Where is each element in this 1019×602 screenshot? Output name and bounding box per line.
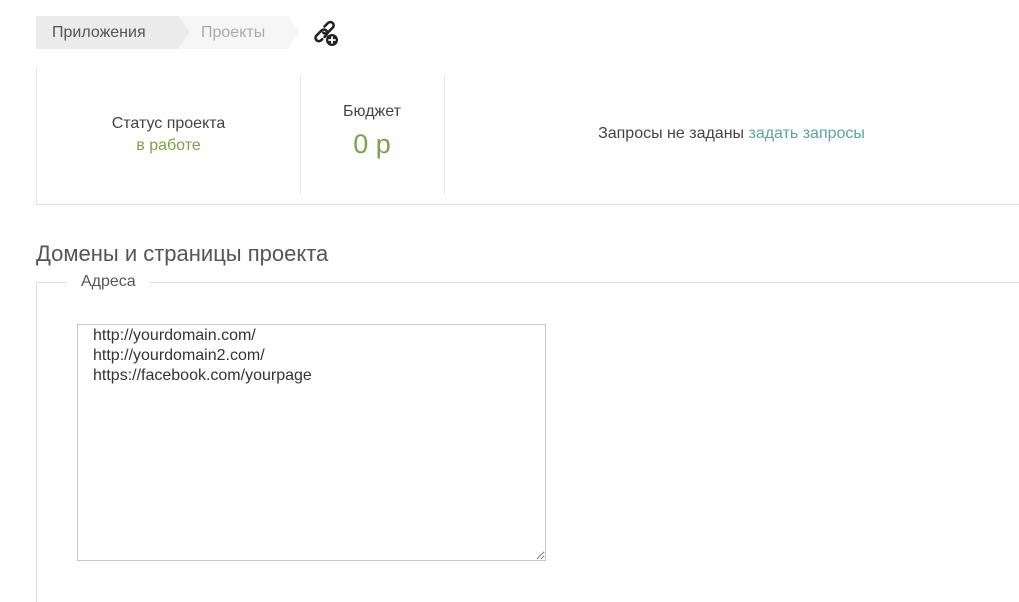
status-label: Статус проекта [111, 115, 226, 132]
queries-text: Запросы не заданы [598, 125, 745, 142]
project-stats-panel: Статус проекта в работе Бюджет 0 р Запро… [36, 67, 1019, 205]
breadcrumb-separator [288, 16, 300, 48]
section-title: Домены и страницы проекта [36, 241, 329, 266]
breadcrumb-item-projects[interactable]: Проекты [178, 16, 288, 49]
budget-label: Бюджет [343, 103, 401, 120]
budget-value: 0 р [353, 129, 391, 159]
link-add-icon[interactable] [312, 20, 340, 48]
set-queries-link[interactable]: задать запросы [748, 125, 864, 142]
addresses-legend: Адреса [67, 272, 150, 292]
addresses-textarea[interactable]: http://yourdomain.com/ http://yourdomain… [77, 324, 546, 561]
queries-status: Запросы не заданы задать запросы [444, 125, 1019, 143]
breadcrumb-separator [178, 16, 190, 48]
addresses-fieldset: Адреса http://yourdomain.com/ http://you… [36, 272, 1019, 602]
breadcrumb-item-applications[interactable]: Приложения [36, 16, 178, 49]
status-value: в работе [136, 137, 201, 154]
